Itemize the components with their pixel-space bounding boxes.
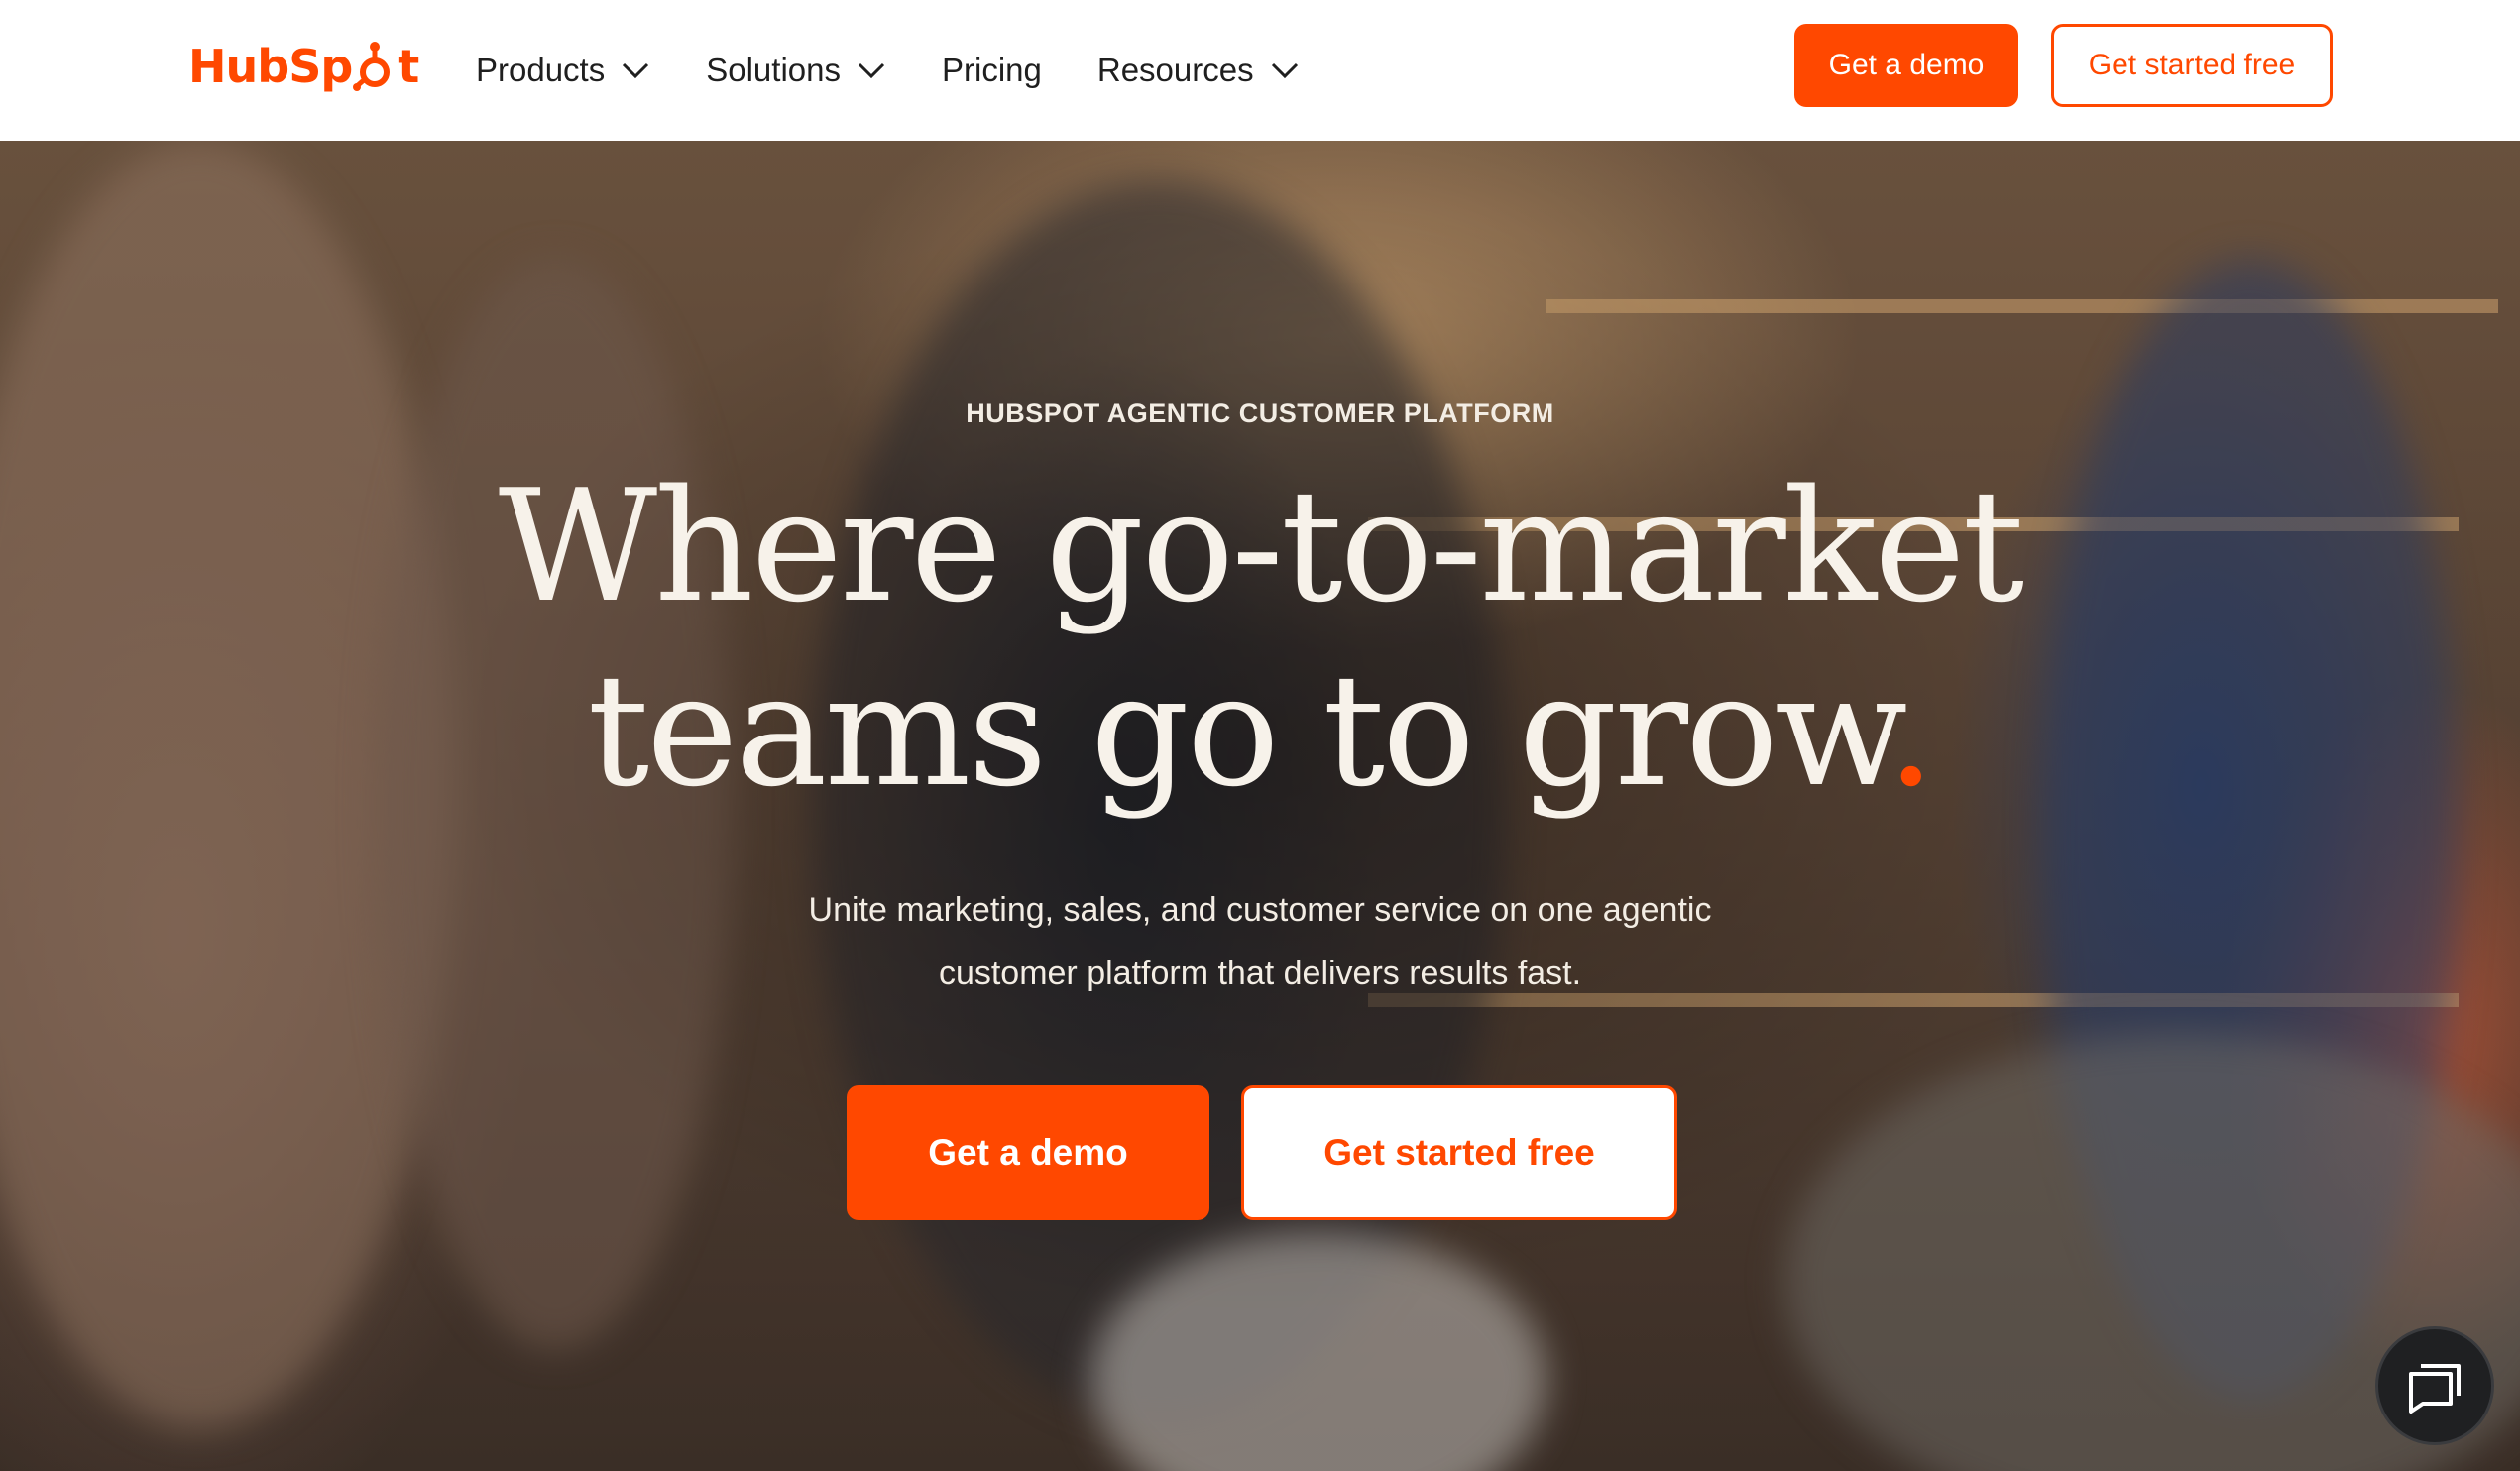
chat-icon: [2409, 1364, 2461, 1414]
nav-products-label: Products: [476, 52, 606, 88]
nav-solutions-label: Solutions: [706, 52, 841, 88]
hero-subtext: Unite marketing, sales, and customer ser…: [0, 878, 2520, 1005]
hero-headline-dot: .: [1886, 640, 1936, 821]
hero-section: HUBSPOT AGENTIC CUSTOMER PLATFORM Where …: [0, 141, 2520, 1471]
chevron-down-icon: [1271, 62, 1298, 79]
chevron-down-icon: [858, 62, 885, 79]
hero-subtext-line1: Unite marketing, sales, and customer ser…: [808, 891, 1712, 929]
nav-resources-label: Resources: [1096, 52, 1254, 88]
sprocket-icon: [353, 42, 391, 91]
nav-products[interactable]: Products: [476, 52, 650, 89]
hero-get-started-free-button[interactable]: Get started free: [1241, 1085, 1677, 1220]
nav-solutions[interactable]: Solutions: [706, 52, 886, 89]
hero-subtext-line2: customer platform that delivers results …: [938, 955, 1582, 992]
chat-launcher-button[interactable]: [2375, 1326, 2494, 1445]
nav-pricing-label: Pricing: [942, 52, 1042, 88]
nav-resources[interactable]: Resources: [1097, 52, 1300, 89]
hero-eyebrow: HUBSPOT AGENTIC CUSTOMER PLATFORM: [966, 398, 1554, 428]
nav-pricing[interactable]: Pricing: [942, 52, 1042, 89]
hero-headline: Where go-to-market teams go to grow.: [0, 454, 2520, 823]
hero-headline-line1: Where go-to-market: [498, 456, 2024, 636]
hubspot-logo[interactable]: Hub Sp t: [188, 36, 419, 97]
header-get-started-free-button[interactable]: Get started free: [2051, 24, 2333, 107]
hero-get-demo-button[interactable]: Get a demo: [847, 1085, 1209, 1220]
site-header: Hub Sp t Products Solutions Pricing Resou…: [0, 0, 2520, 141]
chevron-down-icon: [623, 62, 649, 79]
header-get-demo-button[interactable]: Get a demo: [1794, 24, 2018, 107]
main-nav: Products Solutions Pricing Resources: [476, 0, 1355, 141]
hero-headline-line2: teams go to grow: [587, 640, 1890, 821]
